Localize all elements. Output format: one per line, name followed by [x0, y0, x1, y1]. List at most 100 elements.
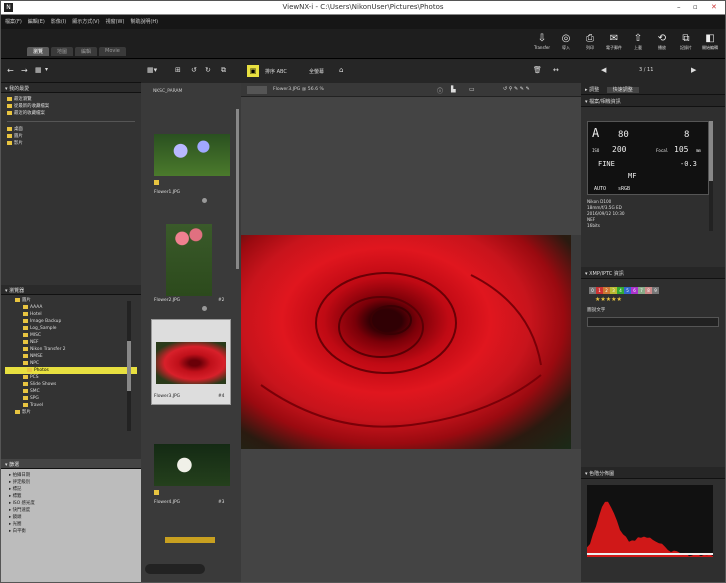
- view-label[interactable]: 全螢幕: [309, 68, 324, 75]
- single-view-icon[interactable]: ▣: [247, 65, 259, 77]
- thumbnail-5-partial[interactable]: [165, 537, 215, 543]
- strip-scrollbar[interactable]: [236, 109, 239, 269]
- view-mode-icon[interactable]: ▦▾: [147, 66, 157, 74]
- sort-dropdown[interactable]: 排序 ABC: [265, 68, 287, 75]
- folder-tree-item[interactable]: Slide Shows: [5, 381, 137, 388]
- menu-edit[interactable]: 編輯(E): [28, 18, 45, 25]
- fit-button[interactable]: [247, 86, 267, 94]
- menu-view[interactable]: 顯示方式(V): [72, 18, 99, 25]
- thumbnail-4[interactable]: Flower4.JPG #3: [151, 443, 231, 513]
- menu-window[interactable]: 視窗(W): [106, 18, 125, 25]
- transfer-button[interactable]: ⇩ Transfer: [533, 33, 551, 51]
- 列印-button[interactable]: ⎙ 列印: [581, 33, 599, 51]
- folder-tree-item[interactable]: SPG: [5, 395, 137, 402]
- tab-map[interactable]: 地圖: [51, 47, 73, 56]
- filter-item[interactable]: ▸ 標記: [9, 486, 133, 493]
- label-chip[interactable]: 8: [645, 287, 652, 294]
- favorites-header[interactable]: ▾ 我的最愛: [1, 83, 141, 93]
- next-button[interactable]: ▶: [691, 66, 696, 74]
- folder-tree-item[interactable]: Travel: [5, 402, 137, 409]
- tab-browse[interactable]: 瀏覽: [27, 47, 49, 56]
- label-chip[interactable]: 3: [610, 287, 617, 294]
- menu-file[interactable]: 檔案(F): [5, 18, 22, 25]
- folder-tree-item[interactable]: Log_Sample: [5, 325, 137, 332]
- fav-item[interactable]: 桌面: [7, 126, 135, 133]
- histogram-icon[interactable]: ▙: [451, 86, 456, 93]
- label-chip[interactable]: 7: [638, 287, 645, 294]
- back-button[interactable]: ←: [7, 66, 14, 75]
- scrollbar[interactable]: [127, 301, 131, 431]
- folder-tree-item[interactable]: Image Backup: [5, 318, 137, 325]
- label-chip[interactable]: 6: [631, 287, 638, 294]
- folder-tree-item[interactable]: MISC: [5, 332, 137, 339]
- caption-input[interactable]: [587, 317, 719, 327]
- rotate-left-icon[interactable]: ↺: [191, 66, 197, 74]
- 記錄片-button[interactable]: ⧉ 記錄片: [677, 33, 695, 51]
- 電子郵件-button[interactable]: ✉ 電子郵件: [605, 33, 623, 51]
- folder-tree-item[interactable]: 影片: [5, 409, 137, 416]
- filter-item[interactable]: ▸ 白平衡: [9, 528, 133, 535]
- fav-item[interactable]: 最近瀏覽: [7, 96, 135, 103]
- filter-item[interactable]: ▸ 快門速度: [9, 507, 133, 514]
- fav-item[interactable]: 從最新的收藏檔案: [7, 103, 135, 110]
- filter-item[interactable]: ▸ 標籤: [9, 493, 133, 500]
- nav-dropdown[interactable]: ▾: [45, 66, 48, 73]
- rotate-right-icon[interactable]: ↻: [205, 66, 211, 74]
- folder-tree-item[interactable]: NPC: [5, 360, 137, 367]
- folders-header[interactable]: ▾ 瀏覽器: [1, 285, 141, 295]
- thumbnail-3[interactable]: Flower3.JPG #4: [151, 319, 231, 405]
- folder-tree-item[interactable]: SMC: [5, 388, 137, 395]
- label-chip[interactable]: 1: [596, 287, 603, 294]
- folder-tree-item[interactable]: Hotel: [5, 311, 137, 318]
- filter-header[interactable]: ▾ 篩選: [1, 459, 141, 469]
- adjust-header[interactable]: ▸ 調整 快速調整: [581, 83, 725, 95]
- thumbnail-1[interactable]: Flower1.JPG: [151, 133, 231, 203]
- folder-tree-item[interactable]: Nikon Transfer 2: [5, 346, 137, 353]
- prev-button[interactable]: ◀: [601, 66, 606, 74]
- zoom-slider[interactable]: [145, 564, 205, 574]
- edit-tools[interactable]: ↺ ⚲ ✎ ✎ ✎: [503, 86, 530, 92]
- 導入-button[interactable]: ◎ 導入: [557, 33, 575, 51]
- folder-tree-item[interactable]: Photos: [5, 367, 137, 374]
- xmp-header[interactable]: ▾ XMP/IPTC 資訊: [581, 267, 725, 279]
- menu-image[interactable]: 影像(I): [51, 18, 66, 25]
- filter-item[interactable]: ▸ 鏡頭: [9, 514, 133, 521]
- filter-item[interactable]: ▸ ISO 感光度: [9, 500, 133, 507]
- folder-tree-item[interactable]: AAAA: [5, 304, 137, 311]
- maximize-button[interactable]: ▫: [693, 3, 698, 11]
- tab-movie[interactable]: Movie: [99, 47, 126, 56]
- rating-stars[interactable]: ★★★★★: [581, 296, 725, 303]
- info-scrollbar[interactable]: [709, 121, 713, 231]
- adjust-dropdown[interactable]: 快速調整: [607, 87, 639, 93]
- label-chip[interactable]: 9: [652, 287, 659, 294]
- trash-icon[interactable]: 🗑: [533, 66, 542, 74]
- tab-edit[interactable]: 編輯: [75, 47, 97, 56]
- folder-tree-item[interactable]: PCS: [5, 374, 137, 381]
- 上載-button[interactable]: ⇧ 上載: [629, 33, 647, 51]
- grid-view-icon[interactable]: ⊞: [175, 66, 181, 74]
- grid-icon[interactable]: ▦: [35, 66, 42, 74]
- folder-tree-item[interactable]: 圖片: [5, 297, 137, 304]
- forward-button[interactable]: →: [21, 66, 28, 75]
- info-icon[interactable]: ⓘ: [437, 86, 443, 95]
- folder-tree-item[interactable]: NEF: [5, 339, 137, 346]
- close-button[interactable]: ✕: [711, 3, 717, 11]
- fav-item[interactable]: 影片: [7, 140, 135, 147]
- menu-help[interactable]: 幫助說明(H): [130, 18, 158, 25]
- thumbnail-2[interactable]: Flower2.JPG #2: [151, 223, 231, 309]
- lock-icon[interactable]: ⌂: [339, 66, 343, 74]
- minimize-button[interactable]: –: [677, 3, 681, 11]
- expand-icon[interactable]: ↔: [553, 66, 559, 74]
- fav-item[interactable]: 圖片: [7, 133, 135, 140]
- folder-tree-item[interactable]: NMSE: [5, 353, 137, 360]
- overlay-icon[interactable]: ▭: [469, 86, 475, 93]
- histogram-header[interactable]: ▾ 色階分佈圖: [581, 467, 725, 479]
- info-header[interactable]: ▾ 檔案/相機資訊: [581, 95, 725, 107]
- compare-icon[interactable]: ⧉: [221, 66, 226, 75]
- label-chip[interactable]: 5: [624, 287, 631, 294]
- 播放-button[interactable]: ⟲ 播放: [653, 33, 671, 51]
- fav-item[interactable]: 最近的收藏檔案: [7, 110, 135, 117]
- filter-item[interactable]: ▸ 評定級別: [9, 479, 133, 486]
- label-chip[interactable]: 4: [617, 287, 624, 294]
- label-chip[interactable]: 0: [589, 287, 596, 294]
